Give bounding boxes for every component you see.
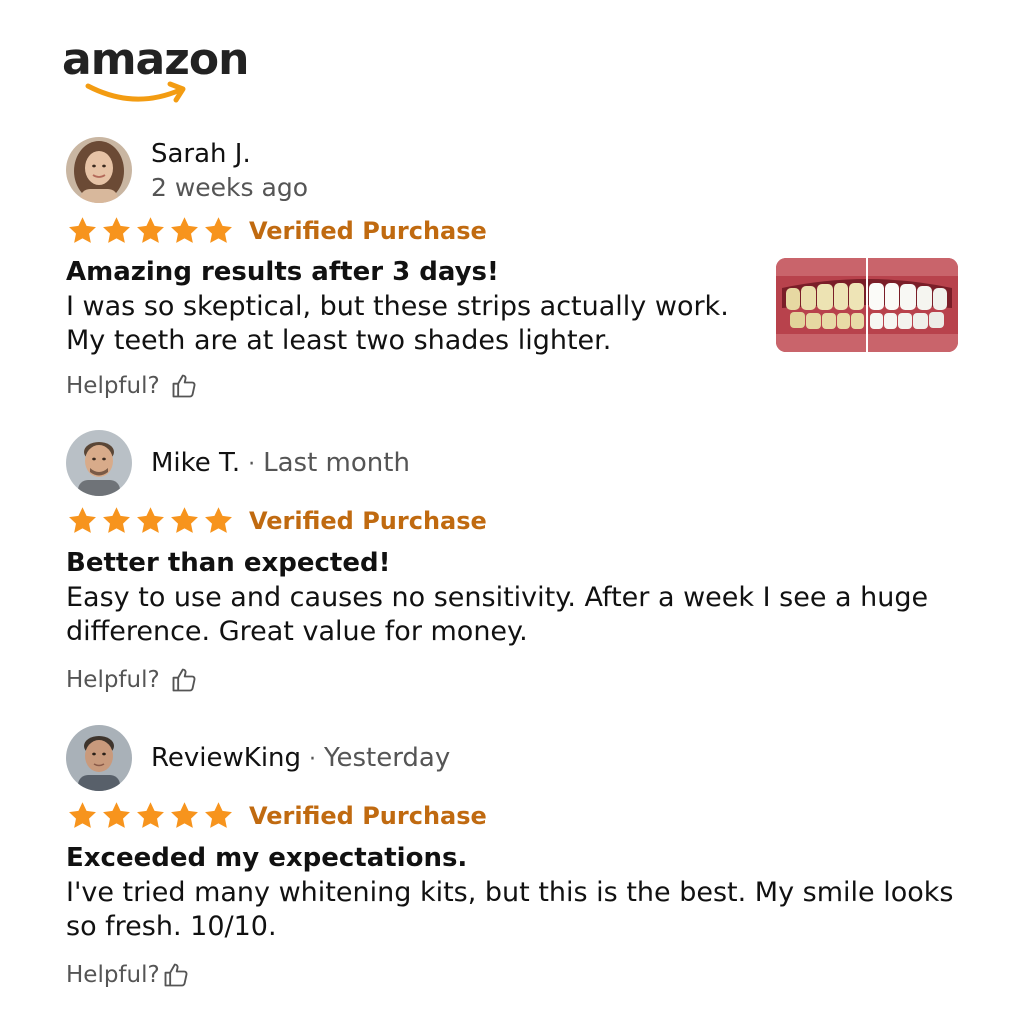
star-icon xyxy=(103,507,130,533)
avatar-photo-male xyxy=(66,725,132,791)
star-icon xyxy=(103,217,130,243)
amazon-logo[interactable]: amazon xyxy=(62,38,262,108)
review-body: I've tried many whitening kits, but this… xyxy=(66,876,953,944)
star-icon xyxy=(171,217,198,243)
review-title: Exceeded my expectations. xyxy=(66,843,468,873)
reviewer-name-line: Mike T. · Last month xyxy=(151,448,410,478)
thumbs-up-icon xyxy=(172,374,196,398)
star-icon xyxy=(205,802,232,828)
review-body: Easy to use and causes no sensitivity. A… xyxy=(66,581,928,649)
reviewer-name-line: ReviewKing · Yesterday xyxy=(151,743,450,773)
helpful-label: Helpful? xyxy=(66,962,160,988)
avatar-photo-male xyxy=(66,430,132,496)
star-icon xyxy=(69,507,96,533)
rating-row: Verified Purchase xyxy=(66,801,487,831)
review-date: Yesterday xyxy=(324,743,451,773)
star-icon xyxy=(69,802,96,828)
meta-separator: · xyxy=(248,452,256,477)
star-rating xyxy=(66,216,235,246)
reviewer-avatar[interactable] xyxy=(66,725,132,791)
verified-purchase-badge: Verified Purchase xyxy=(249,507,487,535)
star-icon xyxy=(137,507,164,533)
verified-purchase-badge: Verified Purchase xyxy=(249,802,487,830)
review-body-line: so fresh. 10/10. xyxy=(66,911,277,942)
review-body-line: I've tried many whitening kits, but this… xyxy=(66,877,954,908)
reviewer-name[interactable]: Mike T. xyxy=(151,448,240,478)
avatar-photo-female xyxy=(66,137,132,203)
review-title: Amazing results after 3 days! xyxy=(66,257,499,287)
star-icon xyxy=(205,217,232,243)
teeth-photo-image xyxy=(776,258,958,352)
review-body-line: difference. Great value for money. xyxy=(66,616,528,647)
star-icon xyxy=(69,217,96,243)
reviewer-name[interactable]: ReviewKing xyxy=(151,743,301,773)
reviewer-name[interactable]: Sarah J. xyxy=(151,139,251,169)
reviewer-avatar[interactable] xyxy=(66,430,132,496)
star-rating xyxy=(66,506,235,536)
review-title: Better than expected! xyxy=(66,548,391,578)
helpful-label: Helpful? xyxy=(66,667,160,693)
meta-separator: · xyxy=(309,747,317,772)
helpful-label: Helpful? xyxy=(66,373,160,399)
star-icon xyxy=(137,802,164,828)
review-date: 2 weeks ago xyxy=(151,173,308,202)
review-body-line: Easy to use and causes no sensitivity. A… xyxy=(66,582,929,613)
review-date: Last month xyxy=(263,448,410,478)
review-body-line: My teeth are at least two shades lighter… xyxy=(66,325,612,356)
rating-row: Verified Purchase xyxy=(66,216,487,246)
thumbs-up-icon xyxy=(164,963,188,987)
smile-arrow-icon xyxy=(85,81,186,103)
star-icon xyxy=(137,217,164,243)
star-icon xyxy=(103,802,130,828)
star-icon xyxy=(171,507,198,533)
review-photo-teeth-before-after[interactable] xyxy=(776,258,958,352)
star-rating xyxy=(66,801,235,831)
star-icon xyxy=(171,802,198,828)
review-body-line: I was so skeptical, but these strips act… xyxy=(66,291,729,322)
verified-purchase-badge: Verified Purchase xyxy=(249,217,487,245)
reviewer-avatar[interactable] xyxy=(66,137,132,203)
rating-row: Verified Purchase xyxy=(66,506,487,536)
helpful-button[interactable]: Helpful? xyxy=(66,372,198,400)
helpful-button[interactable]: Helpful? xyxy=(66,961,190,989)
star-icon xyxy=(205,507,232,533)
review-body: I was so skeptical, but these strips act… xyxy=(66,290,729,358)
logo-text: amazon xyxy=(62,34,249,85)
helpful-button[interactable]: Helpful? xyxy=(66,666,198,694)
thumbs-up-icon xyxy=(172,668,196,692)
